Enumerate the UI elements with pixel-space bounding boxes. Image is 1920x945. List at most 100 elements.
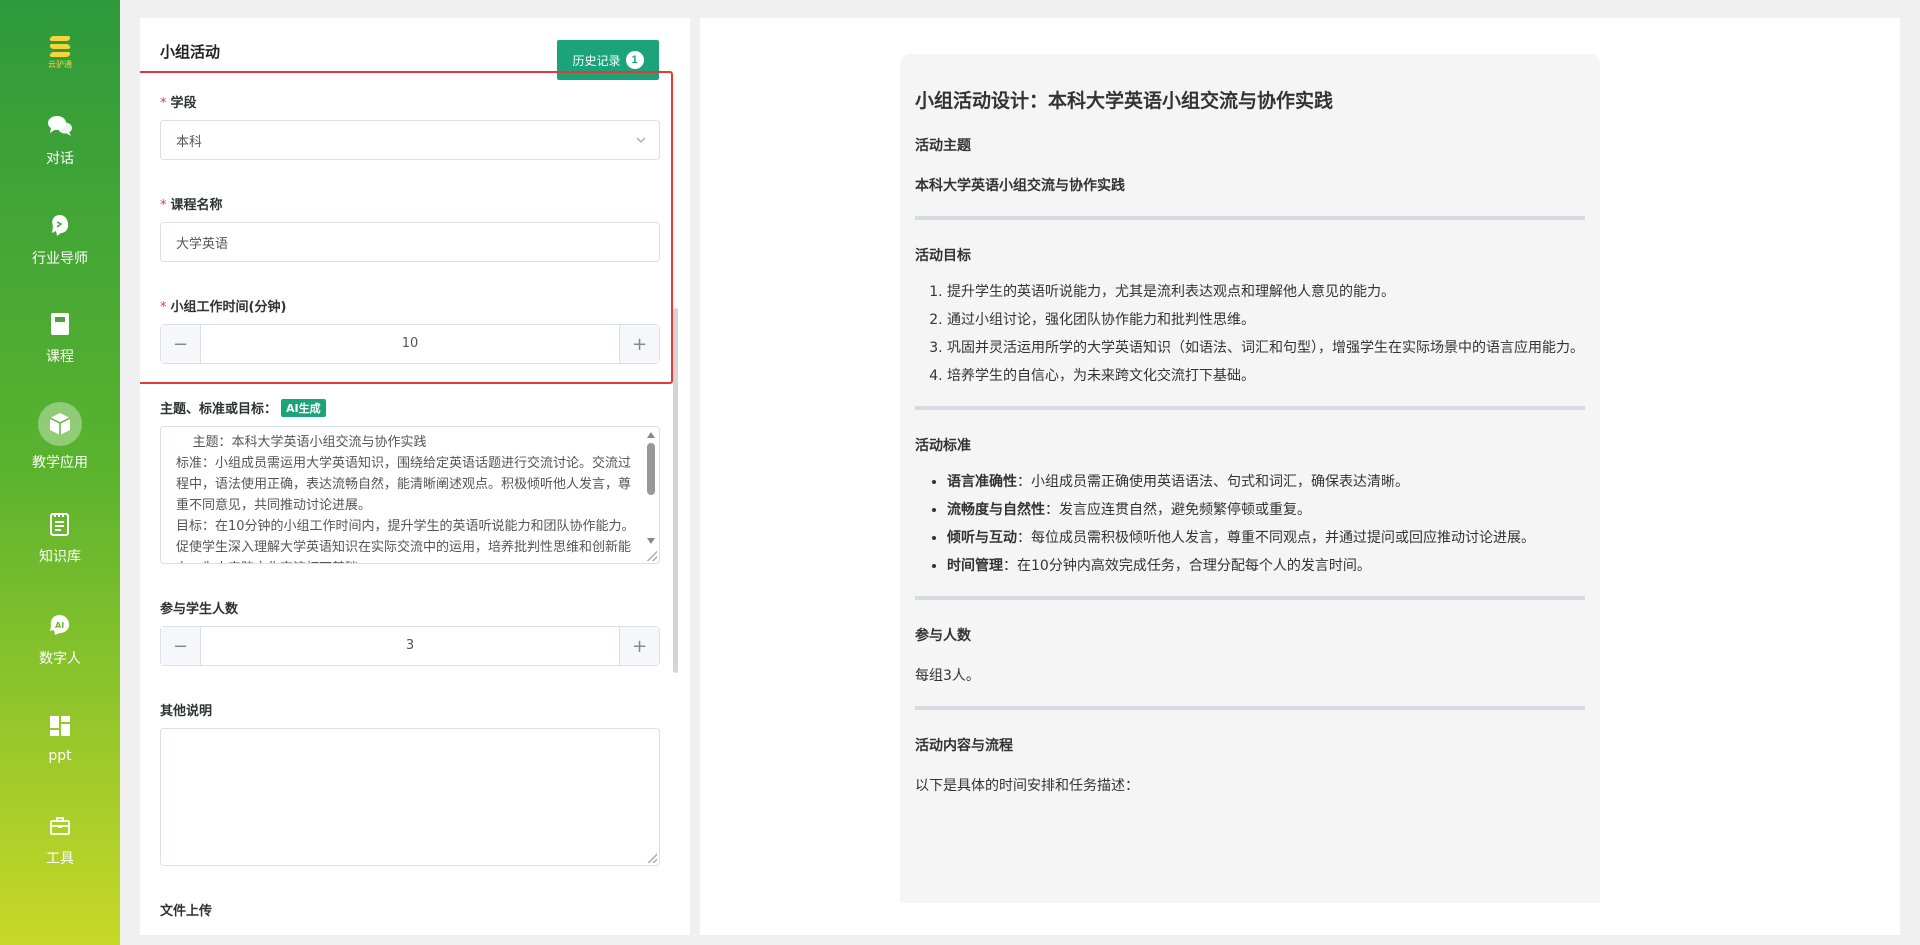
notes-field-label: 其他说明 — [160, 700, 212, 719]
divider — [915, 216, 1585, 220]
participants-text: 每组3人。 — [915, 668, 980, 684]
list-item: 培养学生的自信心，为未来跨文化交流打下基础。 — [947, 362, 1585, 390]
resize-handle-icon[interactable] — [647, 551, 657, 561]
logo-text: 云驴通 — [48, 60, 72, 69]
activity-form-panel: 小组活动 历史记录 1 * 学段 本科 * 课程名称 大学英语 * 小组工作时间(分钟… — [140, 18, 690, 935]
list-item: 语言准确性：小组成员需正确使用英语语法、句式和词汇，确保表达清晰。 — [947, 468, 1585, 496]
cube-icon — [38, 402, 82, 446]
sidebar-item-teaching-apps[interactable]: 教学应用 — [0, 402, 120, 472]
scrollbar-thumb[interactable] — [647, 443, 655, 495]
chat-icon — [46, 112, 74, 140]
standard-term: 倾听与互动 — [947, 530, 1017, 546]
divider — [915, 596, 1585, 600]
stage-select-value: 本科 — [176, 134, 203, 150]
standard-term: 时间管理 — [947, 558, 1003, 574]
goals-heading: 活动目标 — [915, 248, 971, 264]
required-asterisk: * — [160, 96, 167, 111]
increment-button[interactable]: + — [619, 325, 659, 363]
theme-textarea[interactable]: 主题：本科大学英语小组交流与协作实践 标准：小组成员需运用大学英语知识，围绕给定… — [160, 426, 660, 564]
panel-title: 小组活动 — [160, 43, 221, 61]
sidebar-item-label: 教学应用 — [32, 455, 88, 471]
standards-list: 语言准确性：小组成员需正确使用英语语法、句式和词汇，确保表达清晰。 流畅度与自然… — [915, 468, 1585, 580]
resize-handle-icon[interactable] — [647, 853, 657, 863]
notes-textarea[interactable] — [160, 728, 660, 866]
time-field-label: * 小组工作时间(分钟) — [160, 296, 286, 315]
decrement-button[interactable]: − — [161, 325, 201, 363]
increment-button[interactable]: + — [619, 627, 659, 665]
flow-heading: 活动内容与流程 — [915, 738, 1013, 754]
sidebar-item-label: 数字人 — [39, 651, 81, 667]
history-button-label: 历史记录 — [572, 53, 621, 68]
sidebar-item-label: 对话 — [46, 151, 74, 167]
standard-desc: ：发言应连贯自然，避免频繁停顿或重复。 — [1045, 502, 1311, 518]
participants-heading: 参与人数 — [915, 628, 971, 644]
sidebar-item-label: 行业导师 — [32, 251, 88, 267]
list-item: 流畅度与自然性：发言应连贯自然，避免频繁停顿或重复。 — [947, 496, 1585, 524]
time-label-text: 小组工作时间(分钟) — [170, 300, 287, 315]
notes-label-text: 其他说明 — [160, 704, 213, 719]
sidebar-item-course[interactable]: 课程 — [0, 310, 120, 366]
stage-label-text: 学段 — [170, 96, 197, 111]
upload-label-text: 文件上传 — [160, 904, 213, 919]
list-item: 通过小组讨论，强化团队协作能力和批判性思维。 — [947, 306, 1585, 334]
sidebar-item-label: 知识库 — [39, 549, 81, 565]
toolbox-icon — [46, 812, 74, 840]
book-icon — [46, 310, 74, 338]
panel-scrollbar[interactable] — [673, 308, 678, 673]
work-time-stepper[interactable]: − 10 + — [160, 324, 660, 364]
students-field-label: 参与学生人数 — [160, 598, 238, 617]
layout-icon — [46, 712, 74, 740]
theme-text: 本科大学英语小组交流与协作实践 — [915, 178, 1125, 194]
work-time-value[interactable]: 10 — [201, 325, 619, 363]
sidebar-item-ppt[interactable]: ppt — [0, 712, 120, 764]
upload-field-label: 文件上传 — [160, 900, 212, 919]
stage-select[interactable]: 本科 — [160, 120, 660, 160]
course-label-text: 课程名称 — [170, 198, 223, 213]
divider — [915, 406, 1585, 410]
sidebar-item-mentor[interactable]: 行业导师 — [0, 212, 120, 268]
sidebar-item-label: 工具 — [46, 851, 74, 867]
scroll-down-icon[interactable] — [647, 538, 655, 544]
standards-heading: 活动标准 — [915, 438, 971, 454]
sidebar-item-label: 课程 — [46, 349, 74, 365]
list-item: 巩固并灵活运用所学的大学英语知识（如语法、词汇和句型），增强学生在实际场景中的语… — [947, 334, 1585, 362]
standard-desc: ：在10分钟内高效完成任务，合理分配每个人的发言时间。 — [1003, 558, 1371, 574]
course-name-value: 大学英语 — [176, 236, 229, 252]
list-item: 时间管理：在10分钟内高效完成任务，合理分配每个人的发言时间。 — [947, 552, 1585, 580]
course-name-input[interactable]: 大学英语 — [160, 222, 660, 262]
history-button[interactable]: 历史记录 1 — [557, 40, 659, 80]
sidebar-item-label: ppt — [48, 748, 72, 764]
ai-avatar-icon: AI — [46, 612, 74, 640]
stage-field-label: * 学段 — [160, 92, 197, 111]
sidebar-item-tools[interactable]: 工具 — [0, 812, 120, 868]
textarea-scrollbar[interactable] — [645, 429, 657, 547]
theme-heading: 活动主题 — [915, 138, 971, 154]
course-field-label: * 课程名称 — [160, 194, 223, 213]
sidebar-item-knowledge-base[interactable]: 知识库 — [0, 510, 120, 566]
flow-intro-text: 以下是具体的时间安排和任务描述： — [915, 778, 1139, 794]
divider — [915, 706, 1585, 710]
mentor-icon — [46, 212, 74, 240]
students-value[interactable]: 3 — [201, 627, 619, 665]
generated-document: 小组活动设计：本科大学英语小组交流与协作实践 活动主题 本科大学英语小组交流与协… — [900, 54, 1600, 903]
standard-term: 流畅度与自然性 — [947, 502, 1045, 518]
theme-label-text: 主题、标准或目标： — [160, 402, 278, 417]
logo-mark-icon — [47, 36, 73, 57]
history-count-badge: 1 — [625, 51, 644, 69]
theme-textarea-content: 主题：本科大学英语小组交流与协作实践 标准：小组成员需运用大学英语知识，围绕给定… — [176, 435, 635, 563]
document-icon — [46, 510, 74, 538]
document-title: 小组活动设计：本科大学英语小组交流与协作实践 — [915, 90, 1334, 112]
students-stepper[interactable]: − 3 + — [160, 626, 660, 666]
decrement-button[interactable]: − — [161, 627, 201, 665]
scroll-up-icon[interactable] — [647, 432, 655, 438]
students-label-text: 参与学生人数 — [160, 602, 239, 617]
sidebar-item-digital-human[interactable]: AI 数字人 — [0, 612, 120, 668]
sidebar-item-chat[interactable]: 对话 — [0, 112, 120, 168]
ai-generate-tag[interactable]: AI生成 — [281, 399, 326, 417]
list-item: 倾听与互动：每位成员需积极倾听他人发言，尊重不同观点，并通过提问或回应推动讨论进… — [947, 524, 1585, 552]
standard-desc: ：每位成员需积极倾听他人发言，尊重不同观点，并通过提问或回应推动讨论进展。 — [1017, 530, 1535, 546]
logo: 云驴通 — [44, 36, 76, 70]
theme-field-label: 主题、标准或目标： AI生成 — [160, 398, 326, 417]
goals-list: 提升学生的英语听说能力，尤其是流利表达观点和理解他人意见的能力。 通过小组讨论，… — [915, 278, 1585, 390]
chevron-down-icon — [635, 134, 647, 150]
